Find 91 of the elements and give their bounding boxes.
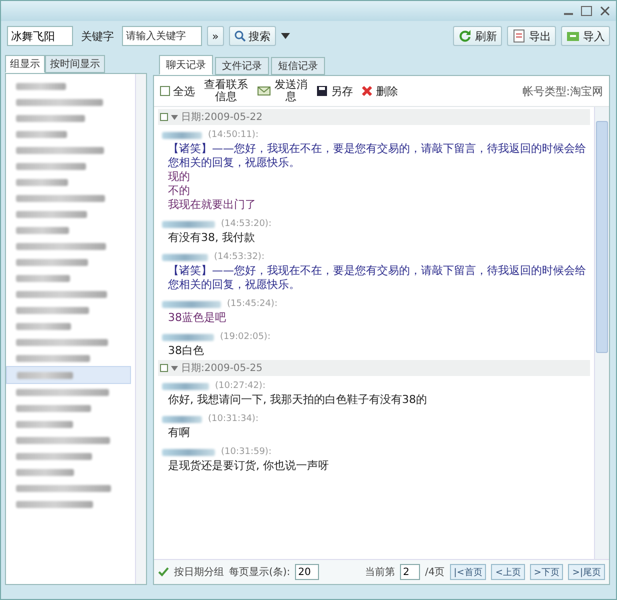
message-text: 你好, 我想请问一下, 我那天拍的白色鞋子有没有38的: [167, 393, 428, 407]
message-time: (14:53:32):: [214, 252, 264, 262]
blurred-name: [16, 130, 67, 138]
blurred-name: [16, 82, 66, 90]
page-button[interactable]: >下页: [530, 564, 564, 580]
keyword-field[interactable]: 请输入关键字: [122, 26, 202, 46]
message-text: 不的: [167, 184, 191, 198]
message-text: 38白色: [167, 344, 205, 358]
minimize-icon[interactable]: [564, 13, 573, 15]
envelope-icon: [257, 85, 271, 97]
blurred-sender-name: [162, 300, 221, 308]
page-total: /4页: [425, 566, 445, 579]
export-button[interactable]: 导出: [507, 26, 556, 46]
maximize-icon[interactable]: [581, 6, 592, 16]
blurred-name: [16, 226, 69, 234]
message-text: 现的: [167, 170, 191, 184]
delete-icon: [361, 85, 373, 97]
scrollbar[interactable]: [135, 74, 146, 584]
document-icon: [512, 29, 526, 43]
account-type: 帐号类型:淘宝网: [522, 84, 603, 98]
checkbox-icon[interactable]: [160, 364, 168, 372]
tab[interactable]: 短信记录: [271, 57, 325, 75]
message-text: 【诸笑】——您好，我现在不在，要是您有交易的，请敲下留言，待我返回的时候会给您相关的回复，祝愿快乐。: [167, 264, 587, 292]
blurred-name: [16, 420, 73, 428]
delete-button[interactable]: 删除: [361, 84, 398, 98]
collapse-arrow-icon[interactable]: [171, 114, 178, 120]
date-text: 日期:2009-05-25: [181, 362, 262, 375]
message-text: 有没有38, 我付款: [167, 231, 256, 245]
blurred-name: [17, 372, 73, 378]
contact-info-button[interactable]: 查看联系信息: [203, 79, 249, 103]
blurred-name: [16, 178, 68, 186]
per-page-label: 每页显示(条):: [229, 566, 290, 579]
blurred-name: [16, 162, 86, 170]
current-page-label: 当前第: [365, 566, 396, 579]
message-text: 38蓝色是吧: [167, 311, 227, 325]
message-time: (10:31:34):: [208, 414, 258, 424]
refresh-button[interactable]: 刷新: [453, 26, 502, 46]
page-field[interactable]: 2: [400, 564, 420, 580]
per-page-field[interactable]: 20: [295, 564, 320, 580]
blurred-name: [16, 322, 71, 330]
blurred-sender-name: [162, 220, 215, 228]
message-text: 有啊: [167, 426, 191, 440]
send-button[interactable]: 发送消息: [257, 79, 308, 103]
tab[interactable]: 文件记录: [215, 57, 269, 75]
blurred-sender-name: [162, 448, 215, 456]
message-text: 是现货还是要订货, 你也说一声呀: [167, 459, 330, 473]
collapse-arrow-icon[interactable]: [171, 366, 178, 370]
message-time: (19:02:05):: [220, 332, 270, 342]
page-button[interactable]: |<首页: [450, 564, 486, 580]
blurred-name: [16, 114, 85, 122]
message-time: (14:50:11):: [208, 130, 258, 140]
blurred-sender-name: [162, 382, 209, 390]
scrollbar[interactable]: [594, 107, 609, 559]
search-button[interactable]: 搜索: [228, 26, 276, 46]
blurred-name: [16, 258, 88, 266]
close-icon[interactable]: [600, 6, 610, 16]
refresh-icon: [458, 29, 472, 43]
blurred-sender-name: [162, 334, 214, 340]
import-icon: [566, 29, 580, 43]
message-text: 【诸笑】——您好，我现在不在，要是您有交易的，请敲下留言，待我返回的时候会给您相关的回复，祝愿快乐。: [167, 142, 587, 170]
blurred-name: [16, 274, 70, 282]
search-icon: [234, 30, 246, 42]
message-time: (10:31:59):: [221, 447, 272, 457]
group-by-date-label: 按日期分组: [174, 566, 224, 579]
page-button[interactable]: >|尾页: [568, 564, 605, 580]
blurred-sender-name: [162, 254, 208, 260]
message-time: (10:27:42):: [215, 381, 266, 391]
account-field[interactable]: 冰舞飞阳: [7, 26, 73, 46]
checkbox-icon: [160, 86, 170, 96]
more-button[interactable]: »: [207, 26, 224, 46]
keyword-label: 关键字: [81, 28, 114, 44]
scrollbar-thumb[interactable]: [596, 121, 608, 353]
message-time: (14:53:20):: [221, 219, 272, 229]
sidebar-tab[interactable]: 组显示: [5, 55, 45, 73]
message-time: (15:45:24):: [227, 299, 278, 309]
page-button[interactable]: <上页: [491, 564, 525, 580]
caret-icon[interactable]: [280, 33, 290, 39]
select-all-button[interactable]: 全选: [160, 84, 195, 98]
date-text: 日期:2009-05-22: [181, 110, 262, 124]
import-button[interactable]: 导入: [561, 26, 610, 46]
contact-item[interactable]: [6, 366, 131, 384]
message-text: 我现在就要出门了: [167, 198, 257, 212]
blurred-name: [16, 210, 87, 218]
save-button[interactable]: 另存: [316, 84, 353, 98]
checkmark-icon[interactable]: [158, 567, 169, 577]
blurred-sender-name: [162, 132, 202, 138]
tab[interactable]: 聊天记录: [159, 55, 213, 75]
blurred-sender-name: [162, 416, 202, 422]
blurred-name: [16, 468, 74, 476]
sidebar-tab[interactable]: 按时间显示: [45, 55, 105, 73]
checkbox-icon[interactable]: [160, 113, 168, 121]
